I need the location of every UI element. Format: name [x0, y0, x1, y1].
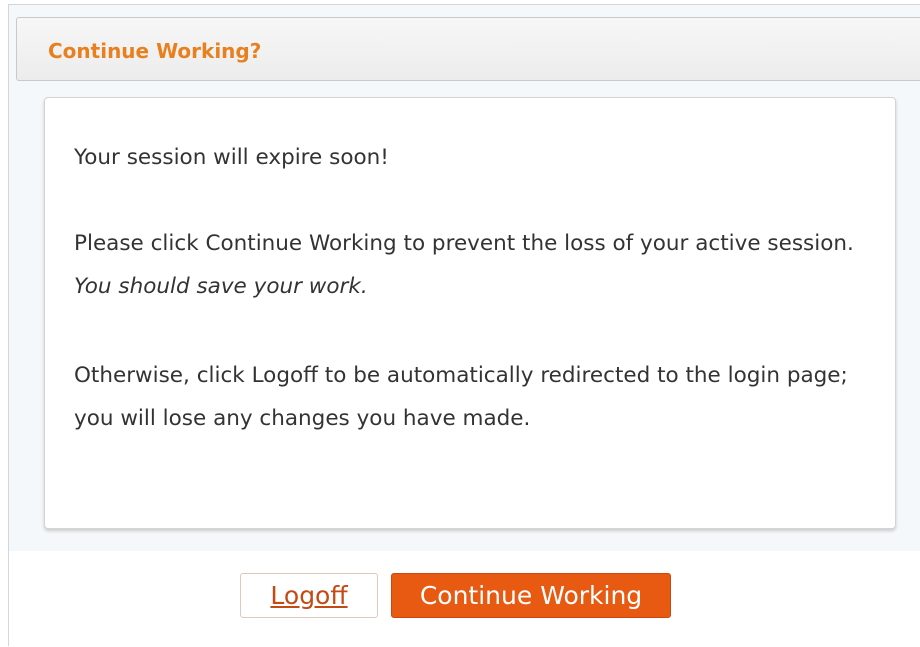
message-panel: Your session will expire soon! Please cl… — [44, 97, 896, 529]
continue-working-button[interactable]: Continue Working — [391, 573, 671, 618]
continue-instructions-text: Please click Continue Working to prevent… — [74, 222, 864, 308]
dialog-title: Continue Working? — [48, 39, 262, 63]
logoff-instructions-text: Otherwise, click Logoff to be automatica… — [74, 363, 848, 431]
session-timeout-dialog: Continue Working? Your session will expi… — [8, 4, 920, 647]
dialog-title-bar: Continue Working? — [16, 17, 920, 81]
save-work-emphasis: You should save your work. — [74, 274, 368, 299]
logoff-button[interactable]: Logoff — [240, 573, 378, 618]
dialog-button-bar: Logoff Continue Working — [9, 551, 920, 647]
expiry-warning-text: Your session will expire soon! — [74, 145, 389, 170]
continue-instructions-main: Please click Continue Working to prevent… — [74, 231, 854, 256]
